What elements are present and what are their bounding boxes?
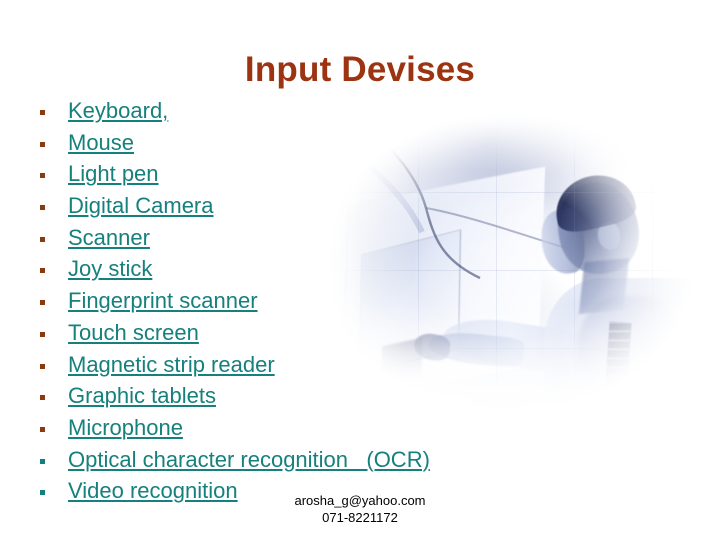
list-item-label: Keyboard,	[68, 98, 169, 123]
bullet-dot-icon	[40, 300, 45, 306]
list-item[interactable]: Magnetic strip reader	[34, 352, 634, 384]
slide-title: Input Devises	[244, 50, 476, 89]
bullet-dot-icon	[40, 110, 45, 115]
list-item[interactable]: Keyboard,	[34, 98, 634, 130]
list-item[interactable]: Digital Camera	[34, 193, 634, 225]
bullet-dot-icon	[40, 458, 45, 464]
list-item[interactable]: Optical character recognition (OCR)	[34, 447, 634, 479]
list-item-label: Scanner	[68, 224, 150, 250]
contact-phone: 071-8221172	[322, 510, 398, 525]
list-item-label: Fingerprint scanner	[68, 288, 258, 314]
bullet-dot-icon	[40, 236, 45, 242]
input-devices-list: Keyboard, Mouse Light pen Digital Camera…	[34, 98, 634, 510]
list-item[interactable]: Light pen	[34, 161, 634, 193]
list-item-label: Joy stick	[68, 256, 153, 282]
contact-footer: arosha_g@yahoo.com 071-8221172	[230, 492, 490, 526]
list-item[interactable]: Mouse	[34, 130, 634, 162]
list-item-label: Mouse	[68, 129, 135, 155]
list-item-label: Digital Camera	[68, 193, 214, 219]
list-item-label: Optical character recognition (OCR)	[68, 446, 430, 472]
list-item[interactable]: Joy stick	[34, 256, 634, 288]
bullet-dot-icon	[40, 141, 45, 147]
list-item-label: Video recognition	[68, 478, 238, 504]
bullet-dot-icon	[40, 331, 45, 337]
list-item-label: Touch screen	[68, 319, 199, 345]
list-item-label: Magnetic strip reader	[68, 351, 275, 377]
list-item-label: Graphic tablets	[68, 383, 216, 409]
bullet-dot-icon	[40, 426, 45, 432]
contact-email: arosha_g@yahoo.com	[294, 493, 426, 508]
bullet-dot-icon	[40, 490, 45, 496]
bullet-dot-icon	[40, 268, 45, 274]
list-item-label: Microphone	[68, 414, 183, 440]
bullet-dot-icon	[40, 363, 45, 369]
slide: Input Devises Keyboard, Mouse Light pen …	[0, 0, 720, 540]
list-item[interactable]: Scanner	[34, 225, 634, 257]
bullet-dot-icon	[40, 173, 45, 179]
list-item[interactable]: Microphone	[34, 415, 634, 447]
list-item[interactable]: Fingerprint scanner	[34, 288, 634, 320]
bullet-dot-icon	[40, 205, 45, 211]
bullet-dot-icon	[40, 395, 45, 401]
list-item-label: Light pen	[68, 161, 159, 187]
list-item[interactable]: Touch screen	[34, 320, 634, 352]
list-item[interactable]: Graphic tablets	[34, 383, 634, 415]
